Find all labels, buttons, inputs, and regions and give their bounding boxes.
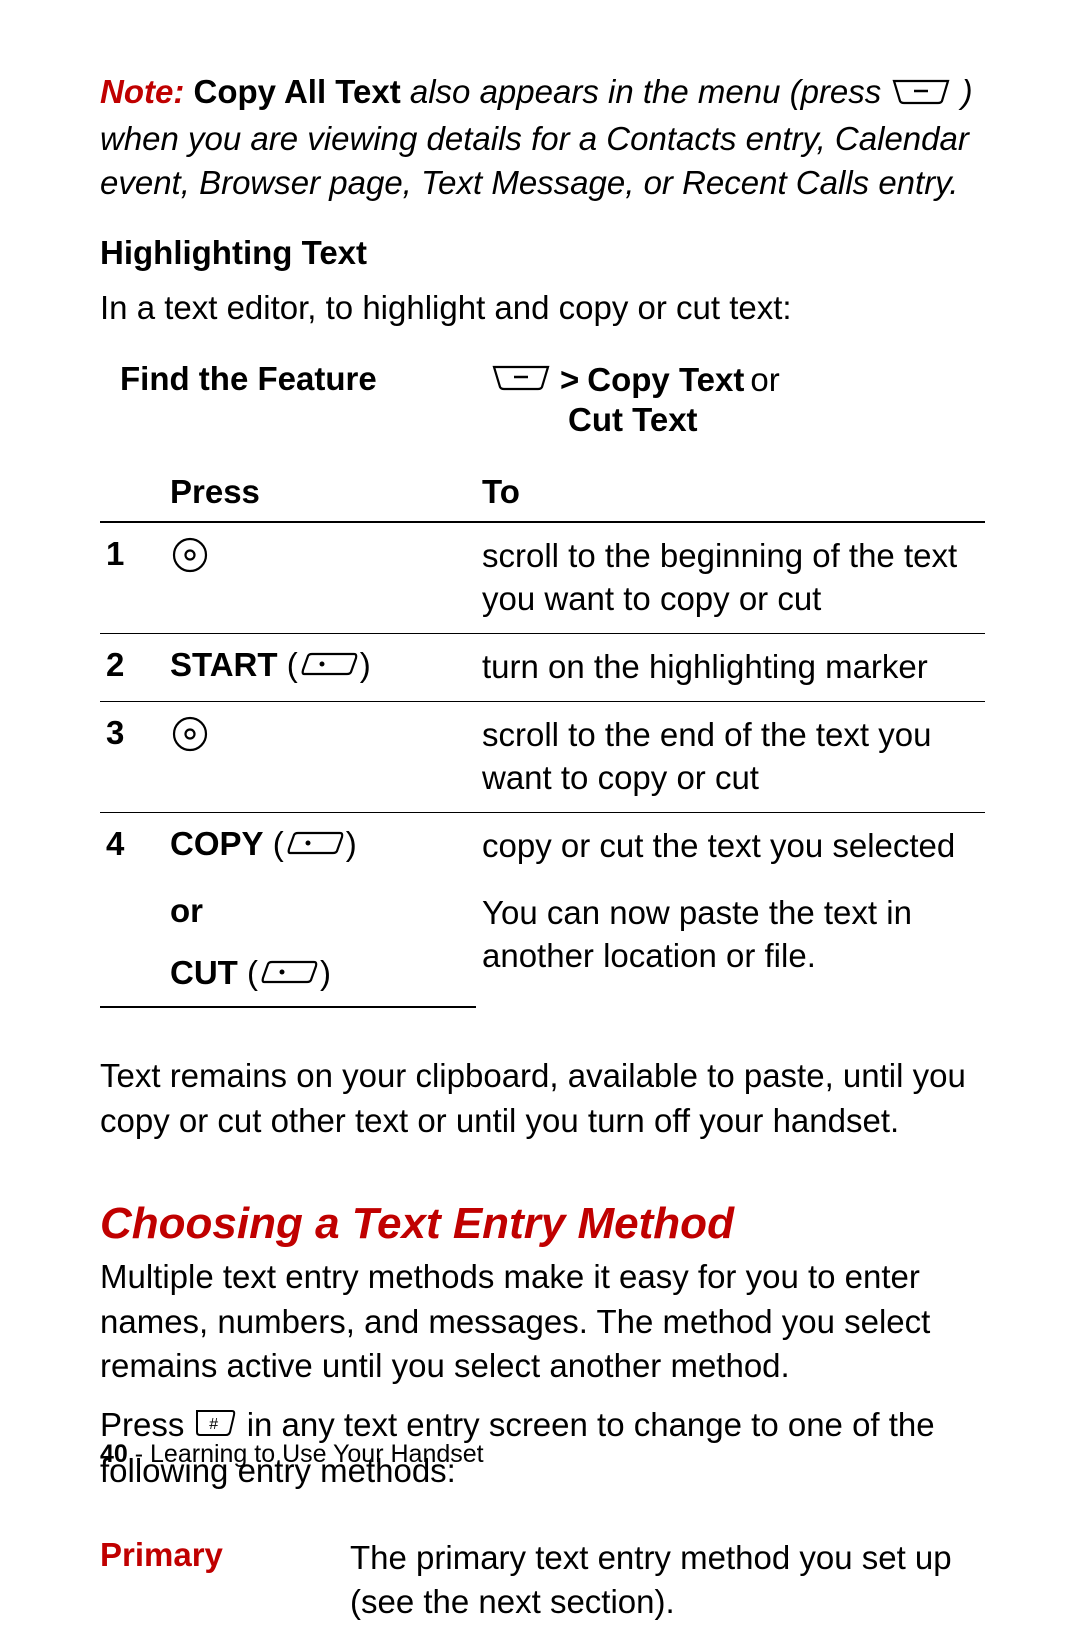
step-press: START () (164, 634, 476, 702)
step-to: scroll to the beginning of the text you … (476, 522, 985, 633)
cut-text-label: Cut Text (568, 401, 698, 438)
choosing-p1: Multiple text entry methods make it easy… (100, 1255, 985, 1389)
note-paragraph: Note: Copy All Text also appears in the … (100, 70, 985, 206)
page-number: 40 (100, 1440, 128, 1468)
menu-key-icon (890, 72, 952, 117)
page-footer: 40 - Learning to Use Your Handset (100, 1440, 484, 1469)
step-num: 2 (100, 634, 164, 702)
primary-desc: The primary text entry method you set up… (350, 1536, 985, 1625)
step-press (164, 522, 476, 633)
step-to: turn on the highlighting marker (476, 634, 985, 702)
paren: ( (247, 954, 258, 991)
or-label: or (750, 360, 779, 400)
paste-note: You can now paste the text in another lo… (476, 880, 985, 1007)
highlighting-intro: In a text editor, to highlight and copy … (100, 286, 985, 331)
cut-label: CUT (170, 954, 238, 991)
footer-section: Learning to Use Your Handset (150, 1440, 484, 1468)
note-bold-term: Copy All Text (194, 73, 410, 110)
or-label: or (164, 880, 476, 942)
find-feature-label: Find the Feature (120, 360, 490, 398)
footer-sep: - (128, 1440, 150, 1468)
step-num: 4 (100, 812, 164, 879)
copy-label: COPY (170, 825, 264, 862)
cut-press: CUT () (164, 942, 476, 1007)
step-num: 3 (100, 702, 164, 813)
primary-label: Primary (100, 1536, 350, 1625)
p2-before: Press (100, 1406, 194, 1443)
find-feature-value: > Copy Text or Cut Text (490, 360, 780, 439)
soft-key-icon (258, 956, 320, 994)
note-label: Note: (100, 73, 184, 110)
clipboard-note: Text remains on your clipboard, availabl… (100, 1054, 985, 1143)
paren: ) (346, 825, 357, 862)
nav-key-icon (170, 714, 210, 762)
svg-text:#: # (209, 1416, 219, 1433)
find-feature-row: Find the Feature > Copy Text or Cut Text (120, 360, 985, 439)
choosing-heading: Choosing a Text Entry Method (100, 1199, 985, 1249)
primary-row: Primary The primary text entry method yo… (100, 1536, 985, 1625)
menu-key-icon (490, 360, 552, 400)
paren: ( (287, 646, 298, 683)
paren: ) (320, 954, 331, 991)
copy-text-label: Copy Text (587, 360, 744, 400)
steps-table: Press To 1 scroll to the beginning of th… (100, 461, 985, 1008)
page: Note: Copy All Text also appears in the … (0, 0, 1080, 1525)
step-num: 1 (100, 522, 164, 633)
nav-key-icon (170, 535, 210, 583)
soft-key-icon (298, 648, 360, 686)
paren: ( (273, 825, 284, 862)
col-to: To (476, 461, 985, 522)
step-press: COPY () (164, 812, 476, 879)
soft-key-icon (284, 827, 346, 865)
col-press: Press (164, 461, 476, 522)
note-text-before: also appears in the menu (press (410, 73, 891, 110)
breadcrumb-separator: > (558, 360, 581, 400)
step-press (164, 702, 476, 813)
paren: ) (360, 646, 371, 683)
step-to: scroll to the end of the text you want t… (476, 702, 985, 813)
highlighting-heading: Highlighting Text (100, 234, 985, 272)
start-label: START (170, 646, 278, 683)
step-to: copy or cut the text you selected (476, 812, 985, 879)
